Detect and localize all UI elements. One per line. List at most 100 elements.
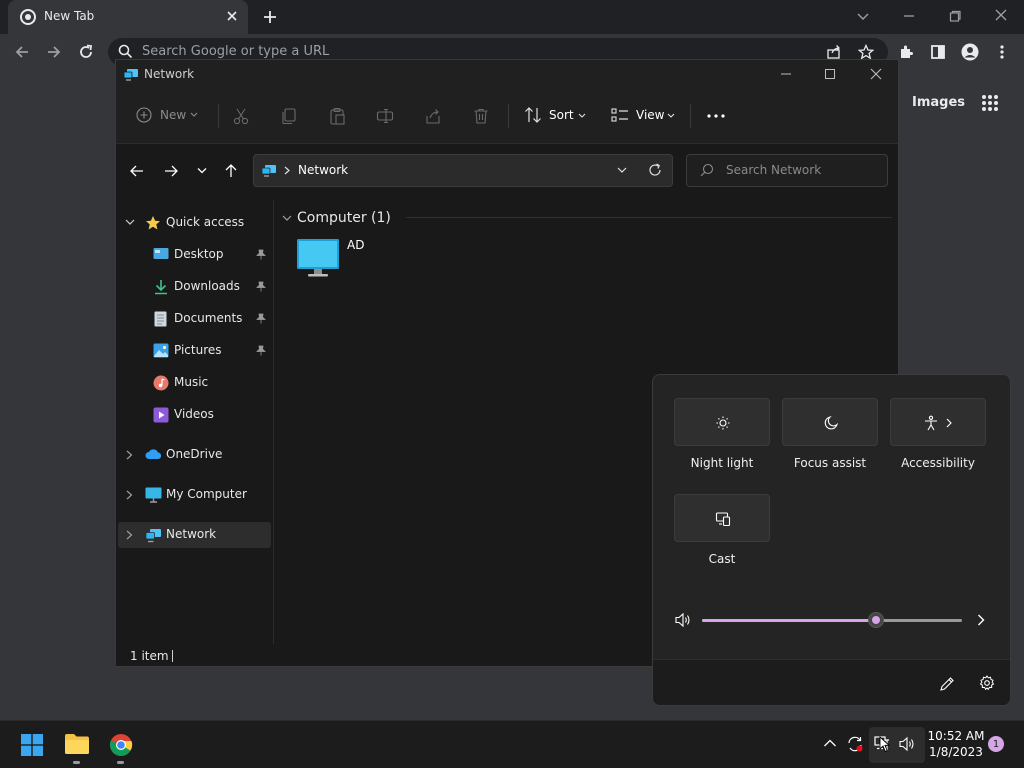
volume-slider-thumb[interactable] <box>868 612 885 628</box>
chevron-right-icon[interactable] <box>126 450 133 460</box>
rename-icon[interactable] <box>376 107 394 125</box>
show-hidden-icons-chevron-icon[interactable] <box>823 738 837 748</box>
windows-start-icon[interactable] <box>21 734 43 756</box>
close-tab-icon[interactable] <box>226 10 238 22</box>
extensions-icon[interactable] <box>898 44 914 60</box>
reload-icon[interactable] <box>78 44 94 60</box>
cast-toggle[interactable] <box>674 494 770 542</box>
nav-item-label: Desktop <box>174 247 224 261</box>
explorer-maximize-icon[interactable] <box>824 68 836 80</box>
view-button[interactable]: View <box>611 106 677 126</box>
address-location[interactable]: Network <box>298 163 348 177</box>
copy-icon[interactable] <box>280 107 298 125</box>
nav-item-onedrive[interactable]: OneDrive <box>116 442 272 468</box>
nav-item-label: Downloads <box>174 279 240 293</box>
nav-item-documents[interactable]: Documents <box>116 306 272 332</box>
chrome-menu-icon[interactable] <box>996 44 1008 60</box>
chevron-down-icon[interactable] <box>125 219 135 226</box>
chevron-down-icon <box>578 113 586 119</box>
chevron-right-icon[interactable] <box>946 418 952 428</box>
address-dropdown-icon[interactable] <box>617 167 627 174</box>
search-icon <box>700 163 714 177</box>
videos-icon <box>153 407 169 423</box>
nav-item-label: My Computer <box>166 487 247 501</box>
volume-slider[interactable] <box>702 612 962 628</box>
profile-avatar-icon[interactable] <box>961 43 979 61</box>
nav-item-quick-access[interactable]: Quick access <box>116 210 272 236</box>
nav-item-my-computer[interactable]: My Computer <box>116 482 272 508</box>
up-arrow-icon[interactable] <box>224 163 238 178</box>
delete-icon[interactable] <box>472 107 490 125</box>
taskbar-clock-date[interactable]: 1/8/2023 <box>926 745 986 759</box>
chrome-restore-icon[interactable] <box>948 9 962 23</box>
recent-locations-chevron-icon[interactable] <box>197 167 207 175</box>
side-panel-icon[interactable] <box>930 44 946 60</box>
speaker-icon[interactable] <box>674 612 692 628</box>
group-header-computer[interactable]: Computer (1) <box>297 210 391 226</box>
back-icon[interactable] <box>129 164 144 178</box>
nav-item-downloads[interactable]: Downloads <box>116 274 272 300</box>
bookmark-star-icon[interactable] <box>858 44 874 60</box>
audio-output-chevron-icon[interactable] <box>977 614 985 626</box>
sort-button[interactable]: Sort <box>524 106 588 126</box>
chrome-tab-new-tab[interactable]: New Tab <box>8 0 248 34</box>
nav-item-label: Documents <box>174 311 243 325</box>
sync-icon[interactable] <box>846 735 864 753</box>
new-button[interactable]: New <box>136 106 202 126</box>
images-link[interactable]: Images <box>912 95 965 110</box>
accessibility-toggle[interactable] <box>890 398 986 446</box>
paste-icon[interactable] <box>328 107 346 125</box>
nav-item-music[interactable]: Music <box>116 370 272 396</box>
chrome-minimize-icon[interactable] <box>902 9 916 23</box>
chevron-right-icon[interactable] <box>126 530 133 540</box>
nav-item-network[interactable]: Network <box>118 522 271 548</box>
cloud-icon <box>145 448 162 460</box>
refresh-icon[interactable] <box>648 163 662 177</box>
running-indicator <box>117 761 124 764</box>
taskbar <box>0 720 1024 768</box>
focus-assist-toggle[interactable] <box>782 398 878 446</box>
nav-item-label: OneDrive <box>166 447 223 461</box>
night-light-toggle[interactable] <box>674 398 770 446</box>
status-item-count: 1 item <box>130 649 169 663</box>
cut-icon[interactable] <box>232 107 250 125</box>
notification-badge[interactable]: 1 <box>988 736 1004 752</box>
tab-search-icon[interactable] <box>856 9 870 23</box>
edit-pencil-icon[interactable] <box>939 676 955 692</box>
nav-item-desktop[interactable]: Desktop <box>116 242 272 268</box>
forward-icon[interactable] <box>46 44 62 60</box>
pin-icon <box>256 281 266 292</box>
network-icon <box>145 527 162 543</box>
explorer-close-icon[interactable] <box>870 68 882 80</box>
group-collapse-chevron-icon[interactable] <box>282 215 292 222</box>
running-indicator <box>73 761 80 764</box>
file-explorer-taskbar-icon[interactable] <box>64 733 90 755</box>
explorer-titlebar[interactable]: Network <box>116 60 898 88</box>
chrome-taskbar-icon[interactable] <box>109 733 133 757</box>
nav-item-pictures[interactable]: Pictures <box>116 338 272 364</box>
taskbar-clock-time[interactable]: 10:52 AM <box>926 729 986 743</box>
chevron-right-icon[interactable] <box>126 490 133 500</box>
computer-item-ad[interactable]: AD <box>294 236 394 280</box>
pin-icon <box>256 249 266 260</box>
cast-label: Cast <box>708 552 736 566</box>
new-tab-icon[interactable] <box>262 9 278 25</box>
share-icon[interactable] <box>424 107 442 125</box>
nav-item-videos[interactable]: Videos <box>116 402 272 428</box>
chevron-right-icon[interactable] <box>284 166 290 175</box>
more-options-icon[interactable] <box>707 114 725 118</box>
nav-item-quick-access-label: Quick access <box>166 215 245 229</box>
volume-icon[interactable] <box>898 736 916 752</box>
back-icon[interactable] <box>14 44 30 60</box>
network-icon <box>123 66 139 82</box>
computer-icon <box>145 487 162 503</box>
music-icon <box>153 375 169 391</box>
google-apps-icon[interactable] <box>981 94 999 112</box>
chrome-close-icon[interactable] <box>994 8 1008 22</box>
settings-gear-icon[interactable] <box>979 675 995 691</box>
explorer-minimize-icon[interactable] <box>780 68 792 80</box>
forward-icon[interactable] <box>164 164 179 178</box>
share-icon[interactable] <box>826 44 842 60</box>
search-network-placeholder: Search Network <box>726 163 822 177</box>
chrome-logo-icon <box>20 9 36 25</box>
